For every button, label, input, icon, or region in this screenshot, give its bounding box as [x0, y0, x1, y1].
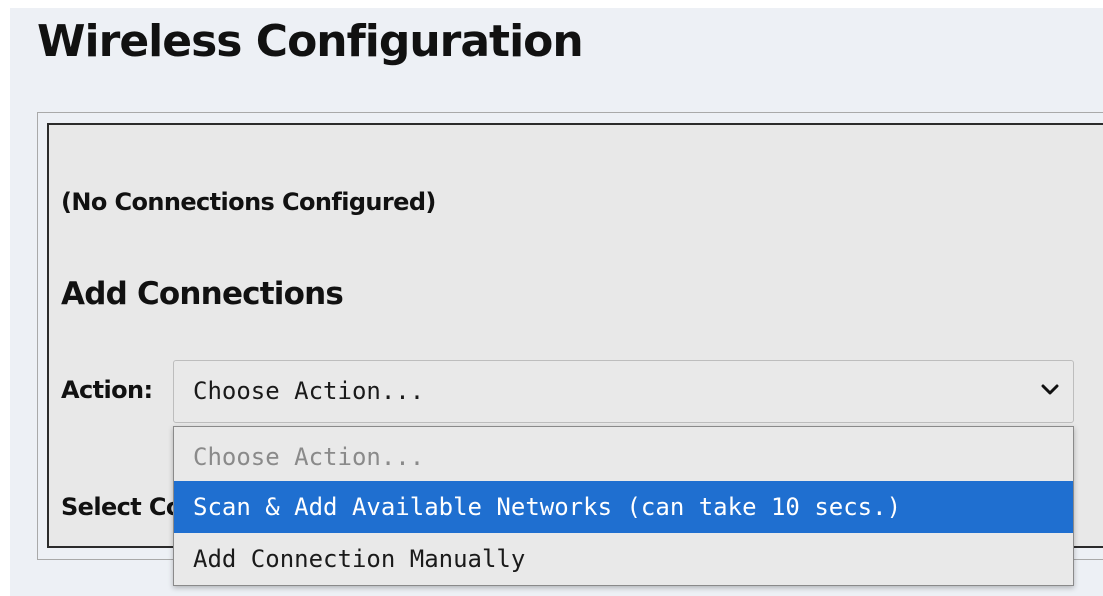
no-connections-message: (No Connections Configured): [61, 188, 436, 216]
page-title: Wireless Configuration: [37, 16, 584, 67]
select-connection-label: Select Connection: [61, 493, 173, 521]
option-choose-action: Choose Action...: [193, 443, 425, 471]
add-connections-heading: Add Connections: [61, 276, 344, 312]
action-select-value: Choose Action...: [193, 377, 425, 405]
chevron-down-icon: [1041, 384, 1059, 395]
action-dropdown-list: Choose Action... Scan & Add Available Ne…: [173, 426, 1074, 586]
action-select[interactable]: Choose Action...: [173, 360, 1074, 423]
action-label: Action:: [61, 376, 153, 404]
option-scan-add-networks[interactable]: Scan & Add Available Networks (can take …: [174, 481, 1073, 533]
option-add-connection-manually[interactable]: Add Connection Manually: [174, 533, 1073, 585]
